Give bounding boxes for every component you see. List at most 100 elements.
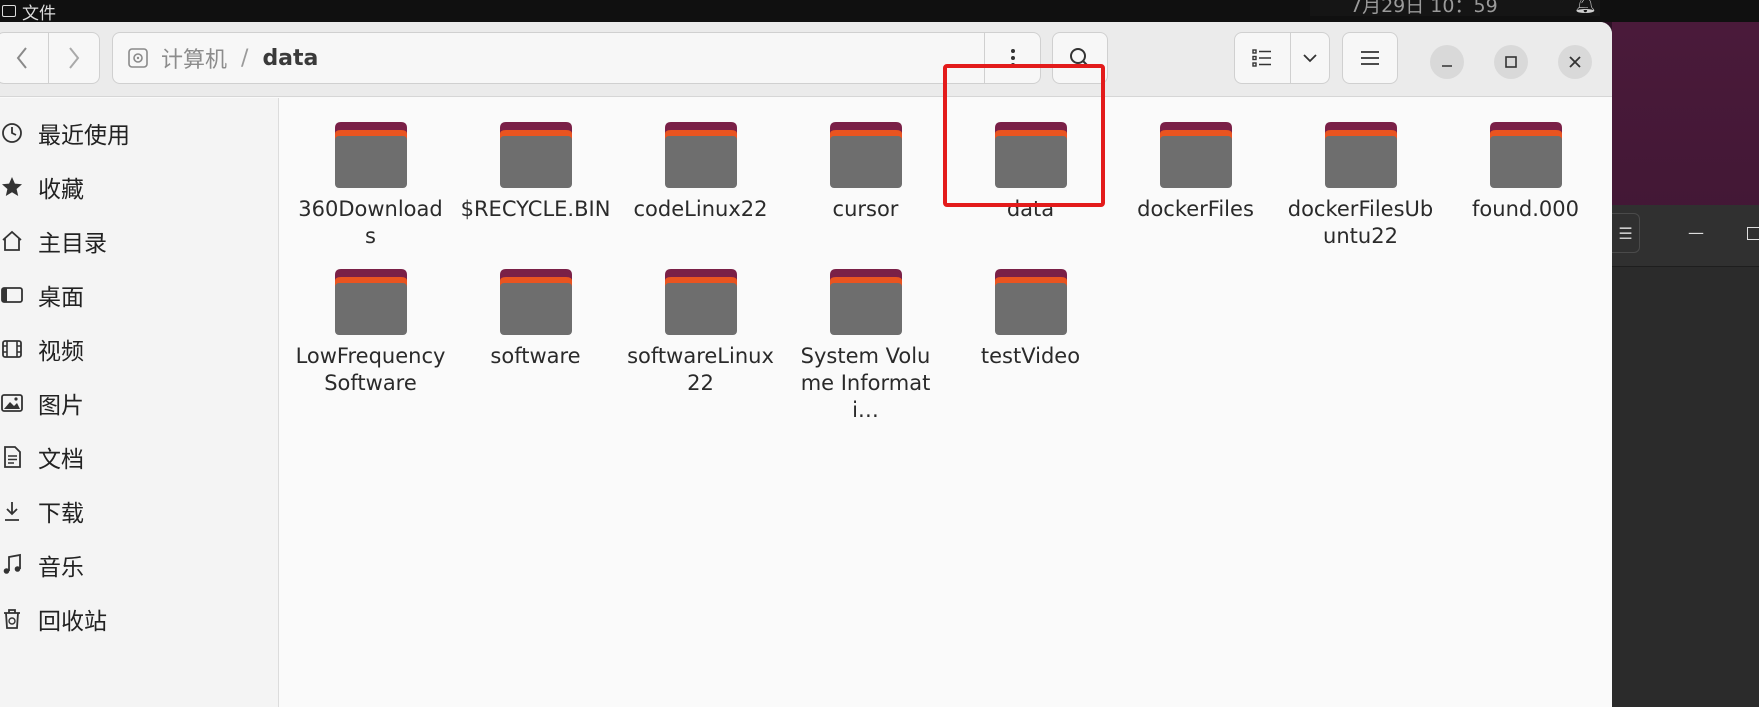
folder-name: System Volume Informati… xyxy=(800,344,931,422)
breadcrumb-root[interactable]: 计算机 xyxy=(161,42,227,74)
search-button[interactable] xyxy=(1052,32,1108,84)
document-icon xyxy=(0,445,24,469)
bell-icon[interactable]: 🔔︎ xyxy=(1574,0,1597,15)
minimize-button[interactable] xyxy=(1430,45,1464,79)
folder-item[interactable]: found.000 xyxy=(1443,112,1608,223)
trash-icon xyxy=(0,607,24,631)
folder-name: dockerFilesUbuntu22 xyxy=(1287,197,1434,248)
breadcrumb-current[interactable]: data xyxy=(262,46,318,71)
sidebar-item-label: 回收站 xyxy=(38,609,107,635)
folder-name: data xyxy=(1006,197,1055,221)
folder-icon xyxy=(829,269,902,335)
folder-item[interactable]: testVideo xyxy=(948,259,1113,370)
hamburger-menu-icon xyxy=(1361,51,1379,65)
sidebar-item-label: 视频 xyxy=(38,339,84,365)
maximize-icon[interactable] xyxy=(1747,227,1759,240)
folder-item[interactable]: software xyxy=(453,259,618,370)
folder-item[interactable]: dockerFiles xyxy=(1113,112,1278,223)
folder-icon xyxy=(334,269,407,335)
folder-icon xyxy=(829,122,902,188)
sidebar-item-label: 文档 xyxy=(38,447,84,473)
sidebar-item-downloads[interactable]: 下载 xyxy=(0,484,279,538)
folder-icon xyxy=(1324,122,1397,188)
sidebar-item-music[interactable]: 音乐 xyxy=(0,538,279,592)
window-icon xyxy=(2,5,16,17)
folder-icon xyxy=(499,269,572,335)
folder-name: codeLinux22 xyxy=(633,197,768,221)
sidebar-item-pictures[interactable]: 图片 xyxy=(0,376,279,430)
sidebar-item-videos[interactable]: 视频 xyxy=(0,322,279,376)
sidebar-item-label: 下载 xyxy=(38,501,84,527)
view-toggle xyxy=(1234,32,1330,84)
sidebar-item-label: 收藏 xyxy=(38,177,84,203)
minimize-icon[interactable]: — xyxy=(1688,223,1704,242)
folder-item[interactable]: LowFrequencySoftware xyxy=(288,259,453,397)
forward-button[interactable] xyxy=(47,33,100,83)
folder-item[interactable]: softwareLinux22 xyxy=(618,259,783,397)
top-bar-clock[interactable]: 7月29日 10：59 xyxy=(1310,0,1600,17)
sidebar-item-label: 音乐 xyxy=(38,555,84,581)
folder-item[interactable]: System Volume Informati… xyxy=(783,259,948,424)
top-bar-app-label: 文件 xyxy=(22,3,56,24)
folder-icon xyxy=(664,269,737,335)
sidebar-item-home[interactable]: 主目录 xyxy=(0,214,279,268)
chevron-down-icon xyxy=(1303,54,1317,63)
folder-item[interactable]: $RECYCLE.BIN xyxy=(453,112,618,223)
folder-item[interactable]: data xyxy=(948,112,1113,223)
file-grid: 360Downloads $RECYCLE.BIN codeLinux22 curso… xyxy=(280,98,1612,707)
folder-name: $RECYCLE.BIN xyxy=(460,197,611,221)
folder-name: softwareLinux22 xyxy=(627,344,774,395)
sidebar: 最近使用 收藏 主目录 桌面 视频 图片 文档 下载 音乐 回收站 xyxy=(0,98,279,707)
sidebar-item-trash[interactable]: 回收站 xyxy=(0,592,279,646)
sidebar-item-recent[interactable]: 最近使用 xyxy=(0,106,279,160)
view-options-dropdown[interactable] xyxy=(1289,33,1329,83)
folder-item[interactable]: cursor xyxy=(783,112,948,223)
clock-icon xyxy=(0,121,24,145)
folder-icon xyxy=(334,122,407,188)
folder-name: 360Downloads xyxy=(298,197,443,248)
maximize-button[interactable] xyxy=(1494,45,1528,79)
sidebar-item-starred[interactable]: 收藏 xyxy=(0,160,279,214)
video-icon xyxy=(0,337,24,361)
minimize-icon xyxy=(1442,65,1452,67)
close-button[interactable] xyxy=(1558,45,1592,79)
folder-name: software xyxy=(490,344,581,368)
folder-icon xyxy=(664,122,737,188)
folder-icon xyxy=(994,122,1067,188)
folder-name: dockerFiles xyxy=(1137,197,1254,221)
breadcrumb-separator: / xyxy=(241,45,249,71)
music-icon xyxy=(0,553,24,577)
folder-item[interactable]: codeLinux22 xyxy=(618,112,783,223)
chevron-right-icon xyxy=(68,47,80,69)
sidebar-item-documents[interactable]: 文档 xyxy=(0,430,279,484)
background-window-headerbar: ☰ — xyxy=(1612,205,1759,267)
maximize-icon xyxy=(1505,56,1517,68)
folder-icon xyxy=(1159,122,1232,188)
star-icon xyxy=(0,175,24,199)
sidebar-item-label: 最近使用 xyxy=(38,123,130,149)
sidebar-item-label: 图片 xyxy=(38,393,84,419)
background-window xyxy=(1612,205,1759,707)
path-bar[interactable]: 计算机 / data xyxy=(112,32,1041,84)
clock-text: 7月29日 10：59 xyxy=(1350,0,1498,17)
folder-item[interactable]: 360Downloads xyxy=(288,112,453,250)
top-bar-app-menu[interactable]: 文件 xyxy=(0,0,56,24)
list-view-icon xyxy=(1252,49,1272,67)
more-vertical-icon xyxy=(1010,49,1015,67)
sidebar-item-desktop[interactable]: 桌面 xyxy=(0,268,279,322)
menu-icon[interactable]: ☰ xyxy=(1612,213,1640,253)
folder-icon xyxy=(499,122,572,188)
drive-icon xyxy=(127,47,149,69)
desktop-icon xyxy=(0,283,24,307)
file-manager-window: 计算机 / data 最近使用 收藏 主目录 桌面 视频 图片 文档 下载 音乐… xyxy=(0,22,1612,707)
close-icon xyxy=(1569,56,1581,68)
image-icon xyxy=(0,391,24,415)
folder-name: testVideo xyxy=(980,344,1081,368)
folder-name: LowFrequencySoftware xyxy=(295,344,446,395)
main-menu-button[interactable] xyxy=(1342,32,1398,84)
list-view-button[interactable] xyxy=(1235,33,1290,83)
top-bar: 文件 7月29日 10：59 🔔︎ xyxy=(0,0,1759,24)
folder-item[interactable]: dockerFilesUbuntu22 xyxy=(1278,112,1443,250)
back-button[interactable] xyxy=(0,33,48,83)
path-menu-button[interactable] xyxy=(984,33,1040,83)
